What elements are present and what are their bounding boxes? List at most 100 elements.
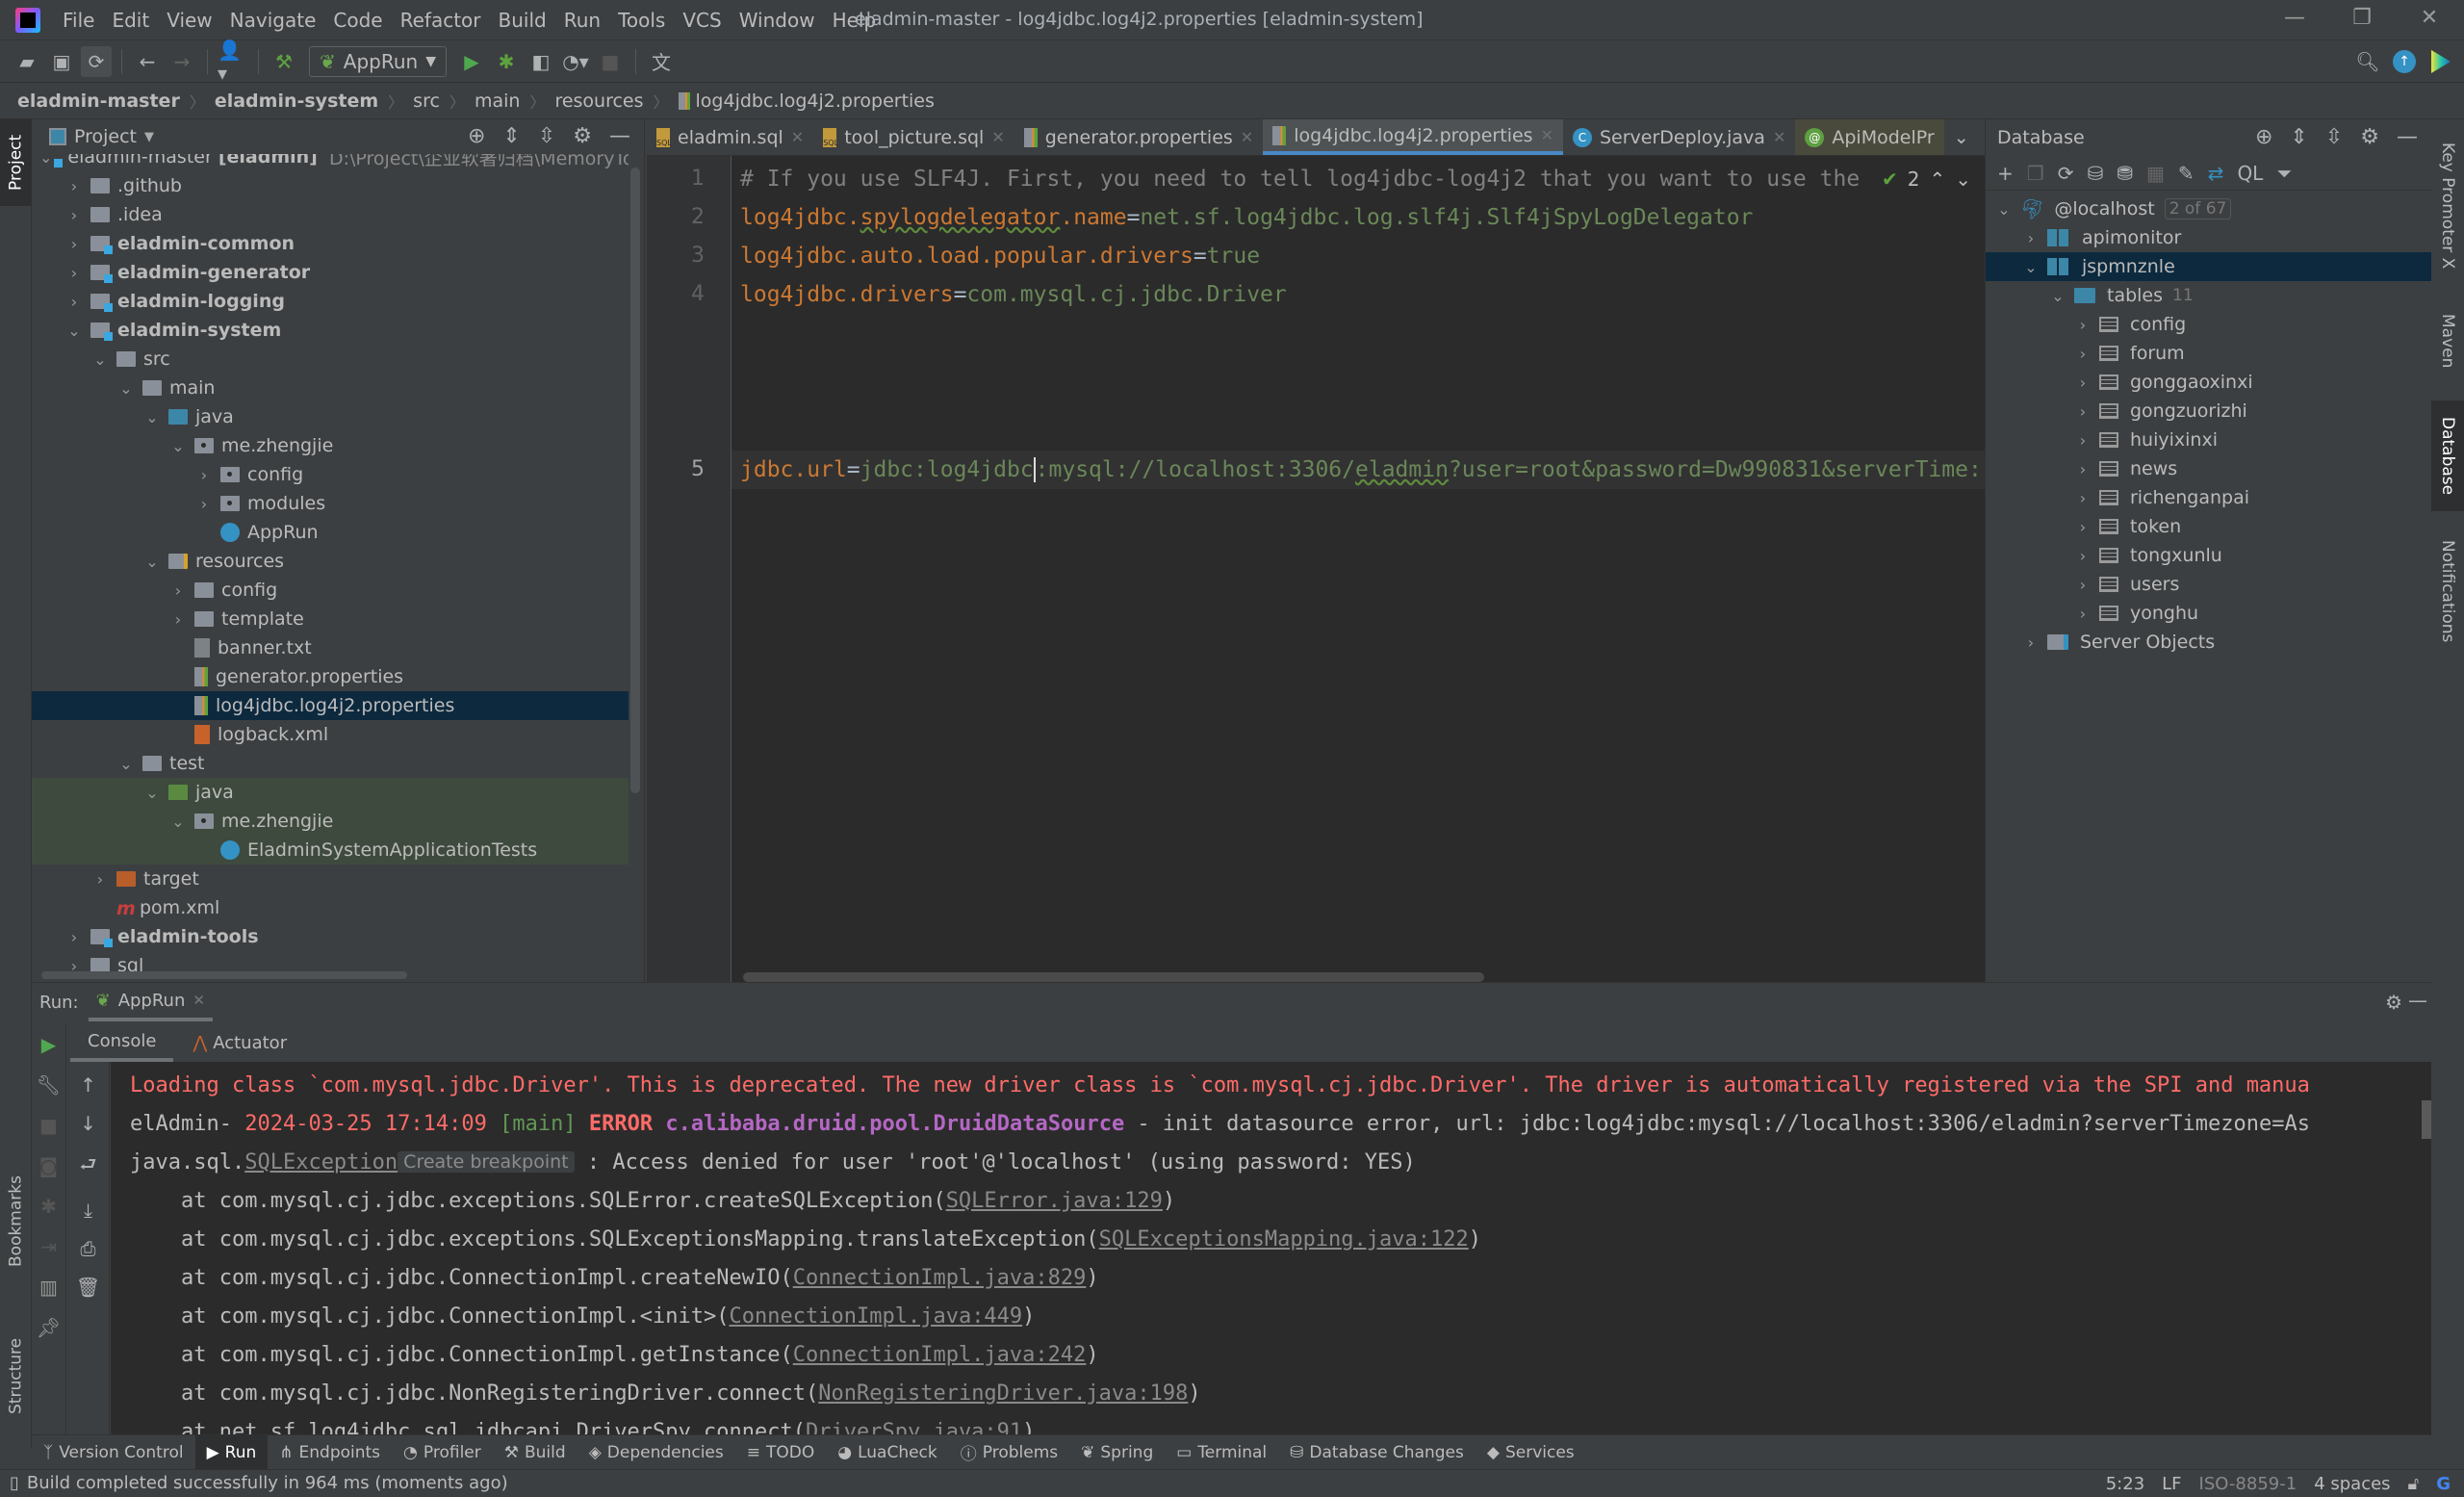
tool-window-spring[interactable]: ❦ Spring (1069, 1435, 1165, 1470)
tree-root[interactable]: ⌄ eladmin-master [eladmin] D:\Project\企业… (32, 154, 629, 171)
chevron-down-icon[interactable]: ⌄ (143, 408, 161, 426)
editor-hscrollbar[interactable] (743, 972, 1484, 982)
source-link[interactable]: SQLExceptionsMapping.java:122 (1099, 1227, 1469, 1252)
gear-icon[interactable]: ⚙ (2360, 125, 2379, 149)
gear-icon[interactable]: ⚙ (573, 124, 592, 148)
console-output[interactable]: Loading class `com.mysql.jdbc.Driver'. T… (111, 1062, 2431, 1449)
db-table-row[interactable]: › news (1986, 454, 2432, 483)
build-hammer-icon[interactable]: ⚒ (269, 46, 299, 77)
tree-item[interactable]: › eladmin-logging (32, 287, 629, 316)
menu-code[interactable]: Code (324, 9, 391, 32)
db-table-row[interactable]: › tongxunlu (1986, 541, 2432, 570)
chevron-right-icon[interactable]: › (2074, 431, 2092, 450)
tree-item[interactable]: › .github (32, 171, 629, 200)
schema-count-badge[interactable]: 2 of 67 (2164, 198, 2232, 219)
breadcrumb-item[interactable]: main (475, 90, 520, 112)
tree-item[interactable]: ⌄ eladmin-system (32, 316, 629, 345)
tool-window-luacheck[interactable]: ◕ LuaCheck (826, 1435, 949, 1470)
tree-item[interactable]: ⌄ resources (32, 547, 629, 576)
editor-tab[interactable]: generator.properties ✕ (1014, 119, 1263, 155)
hide-icon[interactable]: — (2397, 125, 2418, 149)
stripe-tab-bookmarks[interactable]: Bookmarks (0, 1159, 32, 1284)
coverage-icon[interactable]: ◧ (526, 46, 556, 77)
chevron-right-icon[interactable]: › (2074, 605, 2092, 623)
chevron-down-icon[interactable]: ⌄ (169, 813, 187, 831)
clear-bugs-icon[interactable]: ✱ (40, 1195, 57, 1218)
source-link[interactable]: ConnectionImpl.java:242 (793, 1343, 1087, 1367)
table-view-icon[interactable]: ▦ (2146, 162, 2165, 185)
tool-window-build[interactable]: ⚒ Build (493, 1435, 578, 1470)
run-icon[interactable]: ▶ (456, 46, 487, 77)
editor-tab[interactable]: C ServerDeploy.java ✕ (1563, 119, 1795, 155)
data-source-properties-icon[interactable]: ⛁ (2087, 162, 2103, 185)
chevron-down-icon[interactable]: ⌄ (117, 379, 135, 398)
db-table-row[interactable]: › forum (1986, 339, 2432, 368)
chevron-down-icon[interactable]: ⌄ (2022, 258, 2040, 276)
menu-view[interactable]: View (158, 9, 220, 32)
menu-navigate[interactable]: Navigate (221, 9, 325, 32)
update-icon[interactable]: ↑ (2389, 46, 2420, 77)
source-link[interactable]: NonRegisteringDriver.java:198 (818, 1381, 1188, 1406)
wrench-icon[interactable]: 🔧︎ (37, 1073, 61, 1097)
menu-edit[interactable]: Edit (103, 9, 158, 32)
caret-position[interactable]: 5:23 (2106, 1474, 2144, 1494)
profile-icon[interactable]: ◔▾ (560, 46, 591, 77)
tool-window-terminal[interactable]: ▭ Terminal (1165, 1435, 1278, 1470)
chevron-right-icon[interactable]: › (2074, 460, 2092, 478)
tree-item[interactable]: ⌄ java (32, 402, 629, 431)
tree-item[interactable]: ⌄ src (32, 345, 629, 374)
hide-icon[interactable]: — (2408, 989, 2427, 1012)
expand-all-icon[interactable]: ⇕ (2290, 125, 2307, 149)
chevron-right-icon[interactable]: › (2074, 345, 2092, 363)
db-table-row[interactable]: › gonggaoxinxi (1986, 368, 2432, 397)
tree-item[interactable]: banner.txt (32, 633, 629, 662)
db-schema-row[interactable]: ⌄ jspmnznle (1986, 252, 2432, 281)
debug-icon[interactable]: ✱ (491, 46, 522, 77)
breadcrumb-item[interactable]: src (413, 90, 440, 112)
save-icon[interactable]: ▣ (46, 46, 77, 77)
tree-item[interactable]: › eladmin-common (32, 229, 629, 258)
tree-item[interactable]: › eladmin-generator (32, 258, 629, 287)
tool-window-dependencies[interactable]: ◈ Dependencies (578, 1435, 735, 1470)
tool-window-todo[interactable]: ≡ TODO (735, 1435, 827, 1470)
tree-item[interactable]: ⌄ main (32, 374, 629, 402)
tree-item[interactable]: ⌄ me.zhengjie (32, 807, 629, 836)
next-highlight-icon[interactable]: ⌄ (1955, 168, 1971, 191)
chevron-right-icon[interactable]: › (65, 177, 83, 195)
pin-icon[interactable]: 📌︎ (37, 1316, 61, 1339)
tree-item[interactable]: › modules (32, 489, 629, 518)
tree-item[interactable]: generator.properties (32, 662, 629, 691)
chevron-right-icon[interactable]: › (65, 928, 83, 946)
back-icon[interactable]: ← (132, 46, 163, 77)
db-tables-folder[interactable]: ⌄ tables 11 (1986, 281, 2432, 310)
db-table-row[interactable]: › yonghu (1986, 599, 2432, 628)
chevron-right-icon[interactable]: › (2022, 229, 2040, 247)
soft-wrap-icon[interactable]: ⮐ (80, 1150, 97, 1183)
chevron-down-icon[interactable]: ⌄ (2049, 287, 2066, 305)
google-icon[interactable]: G (2436, 1474, 2451, 1494)
menu-vcs[interactable]: VCS (674, 9, 730, 32)
menu-run[interactable]: Run (555, 9, 609, 32)
hide-icon[interactable]: — (609, 124, 630, 148)
chevron-right-icon[interactable]: › (65, 264, 83, 282)
jump-to-console-icon[interactable]: ⇄ (2208, 162, 2224, 185)
editor-tab[interactable]: SQL tool_picture.sql ✕ (813, 119, 1014, 155)
stripe-tab-notifications[interactable]: Notifications (2431, 524, 2464, 658)
stop-icon[interactable]: ■ (39, 1114, 58, 1137)
expand-all-icon[interactable]: ⇕ (502, 124, 520, 148)
close-icon[interactable]: ✕ (192, 992, 205, 1009)
tree-item[interactable]: › eladmin-tools (32, 922, 629, 951)
chevron-right-icon[interactable]: › (91, 870, 109, 889)
locate-icon[interactable]: ⊕ (2255, 125, 2272, 149)
chevron-down-icon[interactable]: ⌄ (39, 154, 52, 167)
tree-item[interactable]: ⌄ me.zhengjie (32, 431, 629, 460)
tool-window-endpoints[interactable]: ⋔ Endpoints (268, 1435, 392, 1470)
intellij-logo-icon[interactable] (15, 7, 40, 33)
exit-icon[interactable]: ⇥ (40, 1235, 57, 1258)
tool-window-problems[interactable]: ⓘ Problems (949, 1435, 1069, 1470)
project-hscrollbar[interactable] (41, 971, 407, 979)
rerun-icon[interactable]: ▶ (41, 1033, 56, 1056)
inspection-widget[interactable]: ✔ 2 ⌃ ⌄ (1877, 168, 1975, 191)
project-scrollbar[interactable] (630, 168, 640, 793)
scroll-down-icon[interactable]: ↓ (80, 1112, 96, 1135)
